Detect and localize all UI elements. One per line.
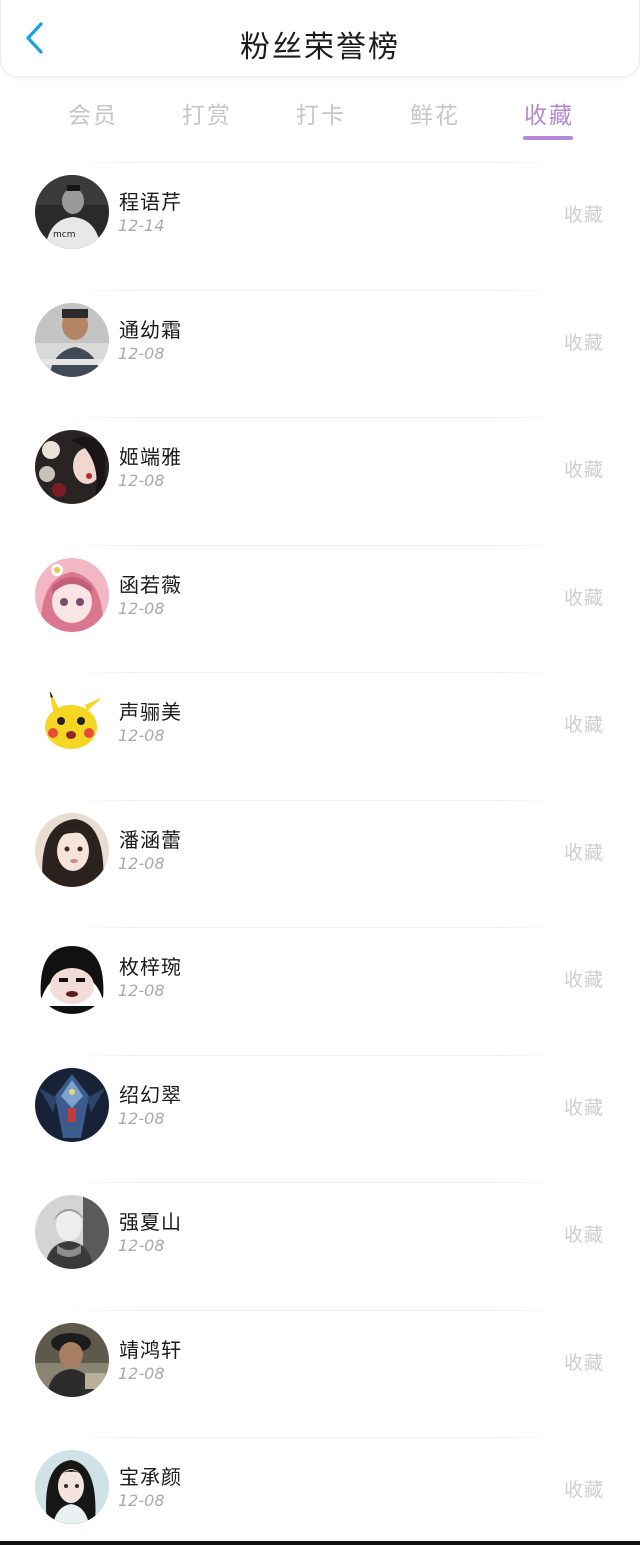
tab-reward[interactable]: 打赏 bbox=[150, 90, 264, 150]
fan-date: 12-08 bbox=[118, 343, 165, 363]
fan-date: 12-08 bbox=[118, 471, 165, 490]
fan-date: 12-08 bbox=[118, 598, 165, 618]
fan-name: 绍幻翠 bbox=[119, 1082, 182, 1107]
avatar bbox=[35, 1195, 109, 1269]
fan-name: 声骊美 bbox=[119, 700, 182, 724]
action-label: 收藏 bbox=[563, 586, 604, 609]
tab-checkin[interactable]: 打卡 bbox=[264, 90, 378, 150]
fan-date: 12-08 bbox=[118, 1491, 165, 1510]
fan-date: 12-08 bbox=[118, 853, 165, 873]
list-item[interactable]: 宝承颜 12-08 收藏 bbox=[0, 1425, 640, 1545]
tab-member[interactable]: 会员 bbox=[36, 90, 150, 150]
fan-date: 12-08 bbox=[118, 1236, 165, 1255]
list-item[interactable]: 声骊美 12-08 收藏 bbox=[0, 660, 640, 788]
list-item[interactable]: 姬端雅 12-08 收藏 bbox=[0, 405, 640, 533]
tab-label: 鲜花 bbox=[410, 103, 460, 129]
avatar bbox=[35, 430, 109, 504]
list-item[interactable]: 通幼霜 12-08 收藏 bbox=[0, 278, 640, 406]
fan-date: 12-14 bbox=[118, 216, 165, 235]
avatar bbox=[35, 812, 109, 887]
list-item[interactable]: 潘涵蕾 12-08 收藏 bbox=[0, 788, 640, 916]
fan-name: 函若薇 bbox=[119, 572, 182, 597]
fan-name: 潘涵蕾 bbox=[119, 827, 182, 852]
list-item[interactable]: 绍幻翠 12-08 收藏 bbox=[0, 1043, 640, 1171]
action-label: 收藏 bbox=[563, 841, 604, 864]
action-label: 收藏 bbox=[563, 1479, 604, 1501]
tab-label: 收藏 bbox=[524, 103, 574, 129]
bottom-edge bbox=[0, 1541, 640, 1545]
top-bar: 粉丝荣誉榜 bbox=[0, 0, 640, 77]
fan-date: 12-08 bbox=[118, 1108, 165, 1128]
action-label: 收藏 bbox=[563, 1096, 604, 1119]
svg-text:mcm: mcm bbox=[53, 230, 75, 240]
fan-name: 枚梓琬 bbox=[119, 955, 182, 979]
tab-label: 会员 bbox=[68, 103, 118, 129]
avatar bbox=[35, 302, 109, 377]
avatar bbox=[35, 1450, 109, 1524]
action-label: 收藏 bbox=[563, 1224, 604, 1246]
fan-list: mcm 程语芹 12-14 收藏 通幼霜 12-08 收藏 姬端雅 12-08 … bbox=[0, 150, 640, 1545]
category-tabs: 会员 打赏 打卡 鲜花 收藏 bbox=[36, 90, 606, 150]
action-label: 收藏 bbox=[563, 204, 604, 226]
action-label: 收藏 bbox=[563, 969, 604, 991]
tab-flowers[interactable]: 鲜花 bbox=[378, 90, 492, 150]
list-item[interactable]: mcm 程语芹 12-14 收藏 bbox=[0, 150, 640, 278]
fan-date: 12-08 bbox=[118, 981, 165, 1000]
page-title: 粉丝荣誉榜 bbox=[240, 30, 400, 65]
fan-date: 12-08 bbox=[118, 726, 165, 745]
fan-name: 程语芹 bbox=[119, 190, 182, 214]
action-label: 收藏 bbox=[563, 331, 604, 354]
fan-name: 宝承颜 bbox=[119, 1465, 182, 1489]
fan-name: 通幼霜 bbox=[119, 317, 182, 342]
fan-name: 强夏山 bbox=[119, 1210, 182, 1234]
avatar bbox=[35, 940, 109, 1014]
list-item[interactable]: 靖鸿轩 12-08 收藏 bbox=[0, 1298, 640, 1426]
tab-label: 打赏 bbox=[182, 103, 232, 129]
list-item[interactable]: 枚梓琬 12-08 收藏 bbox=[0, 915, 640, 1043]
list-item[interactable]: 函若薇 12-08 收藏 bbox=[0, 533, 640, 661]
tab-favorites[interactable]: 收藏 bbox=[492, 90, 606, 150]
active-tab-indicator bbox=[523, 136, 573, 140]
fan-honor-page: 粉丝荣誉榜 会员 打赏 打卡 鲜花 收藏 mcm 程语芹 12-14 收藏 通幼… bbox=[0, 0, 640, 1545]
avatar: mcm bbox=[35, 175, 109, 249]
list-item[interactable]: 强夏山 12-08 收藏 bbox=[0, 1170, 640, 1298]
avatar bbox=[35, 685, 109, 759]
avatar bbox=[35, 557, 109, 632]
fan-date: 12-08 bbox=[118, 1363, 165, 1383]
tab-label: 打卡 bbox=[296, 103, 346, 129]
fan-name: 靖鸿轩 bbox=[119, 1337, 182, 1362]
avatar bbox=[35, 1322, 109, 1397]
action-label: 收藏 bbox=[563, 714, 604, 736]
fan-name: 姬端雅 bbox=[119, 445, 182, 469]
action-label: 收藏 bbox=[563, 1351, 604, 1374]
avatar bbox=[35, 1067, 109, 1142]
action-label: 收藏 bbox=[563, 459, 604, 481]
